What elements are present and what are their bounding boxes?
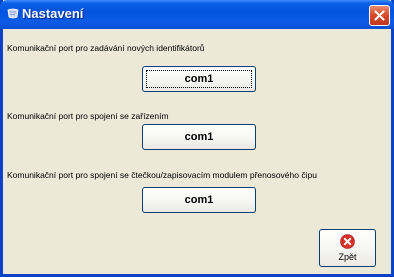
settings-window: Nastavení Komunikační port pro zadávání … [0,0,394,277]
section-label-device: Komunikační port pro spojení se zařízení… [7,111,169,121]
close-icon [374,10,385,21]
window-title: Nastavení [22,6,84,21]
section-label-chip-reader: Komunikační port pro spojení se čtečkou/… [7,170,317,180]
title-bar[interactable]: Nastavení [0,0,394,29]
close-button[interactable] [369,5,390,26]
back-button[interactable]: Zpět [319,229,376,267]
section-label-new-identifiers: Komunikační port pro zadávání nových ide… [7,43,205,53]
port-button-chip-reader[interactable]: com1 [142,187,256,213]
app-icon [7,8,19,19]
back-button-label: Zpět [338,252,357,262]
port-button-device[interactable]: com1 [142,124,256,150]
error-circle-icon [340,234,355,249]
window-client-area: Komunikační port pro zadávání nových ide… [3,29,391,274]
port-button-new-identifiers[interactable]: com1 [142,66,256,92]
